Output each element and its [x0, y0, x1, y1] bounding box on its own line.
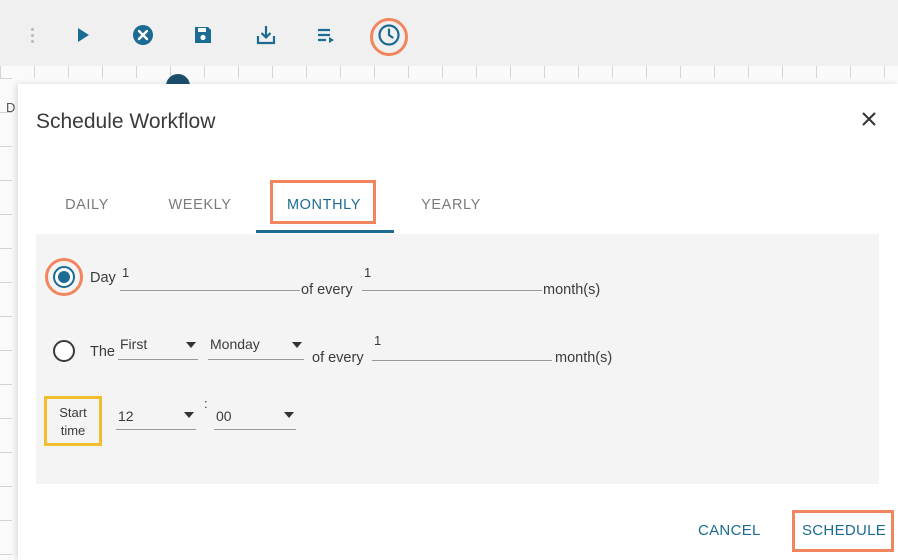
the-month-count: 1 [374, 333, 382, 348]
save-icon[interactable] [190, 22, 216, 48]
start-time-label-box: Start time [44, 396, 102, 446]
tab-weekly[interactable]: WEEKLY [152, 176, 248, 234]
chevron-down-icon [284, 412, 294, 418]
day-value: 1 [122, 265, 130, 280]
day-unit-label: month(s) [543, 282, 601, 298]
chevron-down-icon [186, 342, 196, 348]
the-unit-label: month(s) [555, 350, 613, 366]
monthly-tab-highlight [270, 180, 376, 224]
the-month-count-input[interactable] [372, 360, 552, 361]
tab-daily[interactable]: DAILY [36, 176, 138, 234]
minute-select[interactable]: 00 [214, 404, 296, 430]
ordinal-value: First [120, 336, 148, 352]
the-label: The [90, 344, 115, 360]
day-input[interactable] [120, 290, 300, 291]
minute-value: 00 [216, 408, 232, 424]
active-tab-indicator [256, 230, 394, 233]
the-of-every-label: of every [312, 350, 364, 366]
day-month-count: 1 [364, 265, 372, 280]
ordinal-select[interactable]: First [118, 334, 198, 360]
schedule-tabs: DAILY WEEKLY MONTHLY YEARLY [18, 176, 880, 234]
dialog-title: Schedule Workflow [36, 110, 216, 133]
workflow-toolbar [0, 0, 898, 66]
start-time-label: Start time [59, 405, 87, 438]
left-ruler [0, 78, 12, 560]
list-icon[interactable] [313, 22, 339, 48]
drag-handle-icon[interactable] [30, 28, 36, 48]
close-icon[interactable] [856, 106, 882, 132]
weekday-select[interactable]: Monday [208, 334, 304, 360]
top-ruler [0, 66, 898, 78]
hour-value: 12 [118, 408, 134, 424]
play-icon[interactable] [70, 22, 96, 48]
chevron-down-icon [292, 342, 302, 348]
weekday-value: Monday [210, 336, 260, 352]
time-separator: : [204, 396, 208, 411]
chevron-down-icon [184, 412, 194, 418]
tab-yearly[interactable]: YEARLY [404, 176, 498, 234]
day-of-every-label: of every [301, 282, 353, 298]
hour-select[interactable]: 12 [116, 404, 196, 430]
the-radio[interactable] [53, 340, 75, 362]
schedule-icon-highlight [370, 18, 408, 56]
schedule-button[interactable]: SCHEDULE [802, 522, 886, 539]
day-label: Day [90, 270, 116, 286]
cancel-circle-icon[interactable] [130, 22, 156, 48]
day-month-count-input[interactable] [362, 290, 542, 291]
canvas-label: D [6, 100, 16, 115]
schedule-workflow-dialog: Schedule Workflow DAILY WEEKLY MONTHLY Y… [18, 84, 898, 560]
cancel-button[interactable]: CANCEL [698, 522, 761, 539]
download-icon[interactable] [253, 22, 279, 48]
day-radio[interactable] [53, 266, 75, 288]
